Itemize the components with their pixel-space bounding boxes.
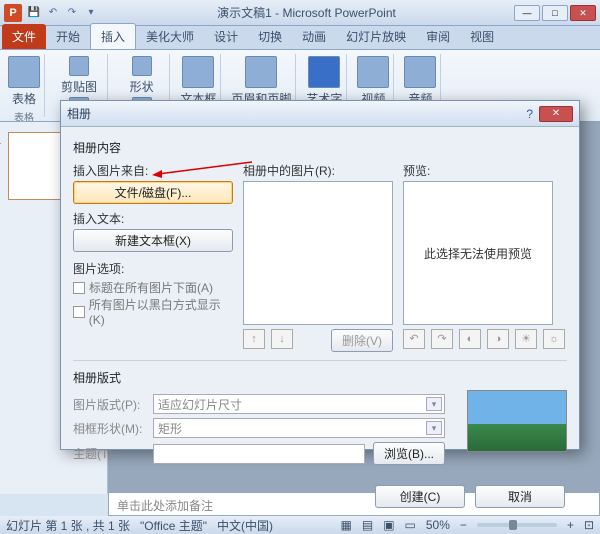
contrast-up-icon: ◐ [459, 329, 481, 349]
remove-button[interactable]: 删除(V) [331, 329, 393, 352]
album-pictures-list[interactable] [243, 181, 393, 325]
caption-below-checkbox: 标题在所有图片下面(A) [73, 279, 233, 296]
new-textbox-button[interactable]: 新建文本框(X) [73, 229, 233, 252]
help-icon[interactable]: ? [526, 107, 533, 121]
insert-text-label: 插入文本: [73, 210, 233, 227]
contrast-down-icon: ◑ [487, 329, 509, 349]
cancel-button[interactable]: 取消 [475, 485, 565, 508]
preview-label: 预览: [403, 162, 565, 179]
dialog-titlebar: 相册 ? ✕ [61, 101, 579, 127]
file-disk-button[interactable]: 文件/磁盘(F)... [73, 181, 233, 204]
chevron-down-icon: ▾ [426, 397, 442, 411]
section-layout-label: 相册版式 [73, 369, 567, 386]
brightness-up-icon: ☀ [515, 329, 537, 349]
dialog-close-button[interactable]: ✕ [539, 106, 573, 122]
pics-in-album-label: 相册中的图片(R): [243, 162, 393, 179]
brightness-down-icon: ☼ [543, 329, 565, 349]
pic-options-label: 图片选项: [73, 260, 233, 277]
insert-from-label: 插入图片来自: [73, 162, 233, 179]
frame-shape-label: 相框形状(M): [73, 420, 145, 437]
section-content-label: 相册内容 [73, 139, 567, 156]
rotate-left-icon: ↶ [403, 329, 425, 349]
browse-button[interactable]: 浏览(B)... [373, 442, 445, 465]
rotate-right-icon: ↷ [431, 329, 453, 349]
pic-layout-label: 图片版式(P): [73, 396, 145, 413]
create-button[interactable]: 创建(C) [375, 485, 465, 508]
move-down-button[interactable]: ↓ [271, 329, 293, 349]
theme-label: 主题(T): [73, 445, 145, 462]
album-dialog: 相册 ? ✕ 相册内容 插入图片来自: 文件/磁盘(F)... 插入文本: 新建… [60, 100, 580, 450]
chevron-down-icon: ▾ [426, 421, 442, 435]
preview-box: 此选择无法使用预览 [403, 181, 553, 325]
frame-shape-combo: 矩形▾ [153, 418, 445, 438]
bw-display-checkbox: 所有图片以黑白方式显示(K) [73, 296, 233, 327]
dialog-title: 相册 [67, 105, 91, 122]
move-up-button[interactable]: ↑ [243, 329, 265, 349]
pic-layout-combo[interactable]: 适应幻灯片尺寸▾ [153, 394, 445, 414]
theme-input[interactable] [153, 444, 365, 464]
dialog-overlay: 相册 ? ✕ 相册内容 插入图片来自: 文件/磁盘(F)... 插入文本: 新建… [0, 0, 600, 534]
layout-preview-image [467, 390, 567, 452]
